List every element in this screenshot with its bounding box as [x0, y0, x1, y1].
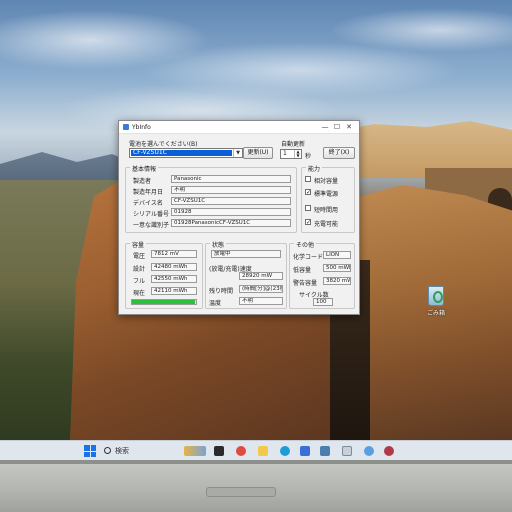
- windows-start-icon[interactable]: [84, 445, 96, 457]
- relative-capacity-checkbox[interactable]: [305, 176, 311, 182]
- edge-icon[interactable]: [280, 446, 290, 456]
- widgets-icon[interactable]: [184, 446, 206, 456]
- basic-info-label: 製造年月日: [133, 189, 164, 196]
- status-label: 残り時間: [209, 288, 234, 295]
- capability-label: 相対容量: [314, 178, 339, 185]
- temperature-field: 不明: [239, 297, 283, 305]
- chemistry-field: LION: [323, 251, 351, 259]
- file-explorer-icon[interactable]: [258, 446, 268, 456]
- serial-number-field: 01928: [171, 208, 291, 216]
- auto-update-value: 1: [283, 150, 287, 157]
- close-button[interactable]: ✕: [343, 123, 355, 131]
- photos-icon[interactable]: [320, 446, 330, 456]
- unique-id-field: 01928PanasonicCF-VZSU1C: [171, 219, 291, 227]
- window-titlebar[interactable]: YbInfo — ☐ ✕: [119, 121, 359, 134]
- recycle-bin-shortcut[interactable]: ごみ箱: [420, 286, 452, 322]
- maximize-button[interactable]: ☐: [331, 123, 343, 131]
- charge-progress-bar: [131, 299, 197, 305]
- store-icon[interactable]: [300, 446, 310, 456]
- status-title: 状態: [210, 240, 227, 249]
- battery-select-label: 電池を選んでください(B): [129, 141, 198, 148]
- task-view-icon[interactable]: [214, 446, 224, 456]
- chevron-down-icon[interactable]: ▼: [233, 149, 242, 157]
- ybinfo-icon[interactable]: [342, 446, 352, 456]
- device-name-field: CF-VZSU1C: [171, 197, 291, 205]
- basic-info-label: デバイス名: [133, 200, 163, 207]
- charge-progress-fill: [132, 300, 196, 304]
- app-icon: [123, 124, 129, 130]
- basic-info-label: シリアル番号: [133, 211, 169, 218]
- cycle-count-field: 100: [313, 298, 333, 306]
- settings-icon[interactable]: [384, 446, 394, 456]
- capacity-label: 設計: [133, 266, 146, 273]
- voltage-field: 7812 mV: [151, 250, 197, 258]
- remaining-time-field: (時間[分]@(23秒): [239, 285, 283, 293]
- low-capacity-field: 500 mWh: [323, 264, 351, 272]
- status-label: 温度: [209, 300, 222, 307]
- auto-update-unit: 秒: [305, 153, 312, 160]
- capacity-label: フル: [133, 278, 146, 285]
- standard-power-checkbox[interactable]: ✓: [305, 189, 311, 196]
- recycle-bin-icon: [428, 286, 444, 306]
- other-label: 低容量: [293, 267, 312, 274]
- ybinfo-window: YbInfo — ☐ ✕ 電池を選んでください(B) CF-VZSU1C ▼ 更…: [118, 120, 360, 315]
- taskbar-search[interactable]: 検索: [104, 445, 174, 457]
- search-icon: [104, 447, 111, 454]
- chrome-icon[interactable]: [236, 446, 246, 456]
- recycle-bin-label: ごみ箱: [426, 310, 445, 317]
- capability-label: 充電可能: [314, 221, 339, 228]
- auto-update-label: 自動更新: [281, 141, 306, 148]
- capability-label: 標準電源: [314, 191, 339, 198]
- update-button[interactable]: 更新(U): [243, 147, 273, 159]
- basic-info-title: 基本情報: [130, 164, 159, 173]
- minimize-button[interactable]: —: [319, 123, 331, 131]
- manufacture-date-field: 不明: [171, 186, 291, 194]
- laptop-bezel: [0, 460, 512, 512]
- manufacturer-field: Panasonic: [171, 175, 291, 183]
- laptop-hinge: [206, 487, 276, 497]
- short-term-checkbox[interactable]: [305, 205, 311, 211]
- other-title: その他: [294, 240, 317, 249]
- bezel-lip: [0, 460, 512, 464]
- exit-button[interactable]: 終了(X): [323, 147, 355, 159]
- design-capacity-field: 42480 mWh: [151, 263, 197, 271]
- full-capacity-field: 42550 mWh: [151, 275, 197, 283]
- capability-label: 短時間用: [314, 207, 339, 214]
- capability-title: 能力: [306, 164, 323, 173]
- capacity-label: 現在: [133, 290, 146, 297]
- other-label: 化学コード: [293, 254, 324, 261]
- battery-select-value: CF-VZSU1C: [131, 150, 232, 156]
- capacity-label: 電圧: [133, 253, 146, 260]
- other-label: 警告容量: [293, 280, 318, 287]
- taskbar: 検索: [0, 440, 512, 460]
- search-label: 検索: [115, 447, 129, 455]
- battery-select[interactable]: CF-VZSU1C ▼: [129, 148, 243, 158]
- capacity-title: 容量: [130, 240, 147, 249]
- current-capacity-field: 42110 mWh: [151, 287, 197, 295]
- basic-info-label: 製造者: [133, 178, 152, 185]
- rate-field: 28920 mW: [239, 272, 283, 280]
- cloud-icon[interactable]: [364, 446, 374, 456]
- status-state-field: 放電中: [211, 250, 281, 258]
- basic-info-label: 一意な識別子: [133, 222, 170, 229]
- window-title: YbInfo: [132, 123, 151, 131]
- warning-capacity-field: 3820 mWh: [323, 277, 351, 285]
- rechargeable-checkbox[interactable]: ✓: [305, 219, 311, 226]
- spinner-arrows-icon[interactable]: ▲ ▼: [294, 150, 301, 158]
- auto-update-spinner[interactable]: 1 ▲ ▼: [280, 149, 302, 159]
